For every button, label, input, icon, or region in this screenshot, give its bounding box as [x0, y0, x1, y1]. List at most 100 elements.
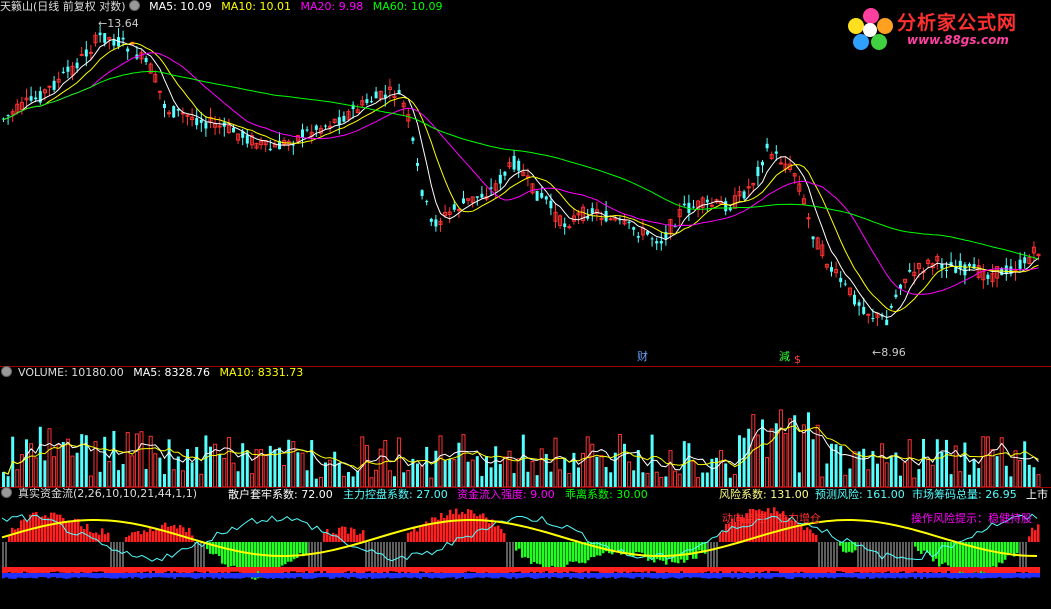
flow-band-blue — [98, 573, 101, 579]
flow-band-blue — [923, 573, 926, 578]
candle-down — [650, 238, 654, 240]
event-dividend-icon[interactable]: $ — [794, 353, 801, 366]
volume-bar-down — [2, 472, 5, 487]
flow-band-blue — [254, 573, 257, 578]
flow-band-red — [479, 567, 482, 574]
price-chart[interactable] — [0, 0, 1051, 366]
flow-bar-negative — [659, 542, 662, 561]
event-reduction-icon[interactable]: 減 — [779, 350, 790, 363]
volume-bar-down — [894, 452, 898, 487]
flow-band-red — [362, 567, 365, 574]
volume-bar-down — [876, 463, 879, 487]
flow-band-blue — [653, 573, 656, 579]
flow-bar-negative — [671, 542, 674, 563]
candle-down — [830, 267, 833, 272]
flow-band-blue — [245, 573, 248, 578]
flow-band-red — [878, 567, 881, 573]
volume-bar-up — [364, 444, 369, 487]
volume-bar-up — [383, 440, 388, 487]
ma20-line — [3, 52, 1039, 295]
flow-band-red — [980, 567, 983, 572]
flow-band-red — [581, 567, 584, 573]
volume-bar-up — [56, 443, 61, 487]
inflow-strength: 资金流入强度: 9.00 — [457, 488, 555, 501]
flow-band-red — [1037, 567, 1040, 574]
flow-band-blue — [467, 573, 470, 579]
flow-band-red — [248, 567, 251, 574]
candle-down — [742, 191, 746, 199]
candle-down — [774, 151, 778, 154]
flow-band-blue — [731, 573, 734, 579]
flow-band-blue — [332, 573, 335, 579]
volume-bar-down — [333, 451, 337, 487]
flow-band-blue — [596, 573, 599, 579]
flow-band-blue — [491, 573, 494, 579]
flow-band-red — [1004, 567, 1007, 574]
flow-band-blue — [407, 573, 410, 578]
volume-pane[interactable]: VOLUME: 10180.00 MA5: 8328.76 MA10: 8331… — [0, 366, 1051, 487]
volume-bar-down — [995, 456, 999, 487]
volume-bar-down — [935, 439, 939, 487]
flow-bar-negative — [230, 542, 233, 567]
flow-bar-negative — [986, 542, 989, 569]
flow-bar-positive — [137, 530, 140, 542]
flow-pane[interactable]: 真实资金流(2,26,10,10,21,44,1,1) 散户套牢系数: 72.0… — [0, 487, 1051, 609]
flow-bar-positive — [131, 532, 134, 542]
volume-bar-up — [558, 469, 563, 487]
candle-down — [126, 48, 130, 52]
flow-band-blue — [248, 573, 251, 578]
flow-band-red — [638, 567, 641, 573]
event-financial-icon[interactable]: 财 — [637, 350, 648, 363]
flow-band-blue — [335, 573, 338, 578]
flow-band-red — [419, 567, 422, 572]
volume-bar-up — [282, 464, 287, 487]
flow-band-blue — [599, 573, 602, 579]
volume-chart[interactable] — [0, 366, 1051, 487]
flow-bar-positive — [71, 520, 74, 542]
settings-icon[interactable] — [128, 0, 140, 11]
flow-band-red — [80, 567, 83, 573]
flow-band-red — [830, 567, 833, 574]
flow-bar-negative — [539, 542, 542, 565]
settings-icon[interactable] — [1, 487, 12, 498]
flow-band-red — [290, 567, 293, 572]
flow-band-red — [353, 567, 356, 572]
flow-chart[interactable] — [0, 487, 1051, 609]
volume-bar-down — [43, 460, 47, 487]
flow-band-red — [95, 567, 98, 573]
flow-band-red — [233, 567, 236, 572]
flow-band-red — [482, 567, 485, 574]
flow-bar-negative — [947, 542, 950, 566]
candle-down — [627, 221, 631, 224]
flow-band-blue — [560, 573, 563, 579]
flow-bar-negative — [995, 542, 998, 571]
control-coefficient: 主力控盘系数: 27.00 — [343, 488, 448, 501]
flow-band-red — [626, 567, 629, 574]
flow-bar-positive — [479, 514, 482, 542]
flow-band-blue — [581, 573, 584, 579]
trend-monitor: 动向监控：主力增仓 — [722, 512, 821, 525]
flow-bar-negative — [680, 542, 683, 560]
flow-band-red — [995, 567, 998, 574]
flow-band-blue — [320, 573, 323, 578]
settings-icon[interactable] — [1, 366, 12, 377]
flow-band-blue — [5, 573, 8, 578]
flow-band-blue — [17, 573, 20, 578]
flow-bar-negative — [686, 542, 689, 561]
flow-band-red — [242, 567, 245, 573]
flow-bar-positive — [47, 517, 50, 542]
flow-band-red — [497, 567, 500, 573]
candle-down — [503, 171, 507, 176]
volume-bar-down — [268, 445, 272, 487]
flow-band-blue — [371, 573, 374, 579]
flow-band-blue — [344, 573, 347, 578]
flow-band-red — [338, 567, 341, 574]
volume-bar-down — [1023, 441, 1027, 487]
volume-bar-down — [811, 439, 815, 487]
flow-band-blue — [575, 573, 578, 578]
flow-band-red — [212, 567, 215, 574]
flow-bar-negative — [695, 542, 698, 559]
volume-bar-up — [369, 477, 374, 487]
price-pane[interactable]: 天籁山(日线 前复权 对数) MA5: 10.09 MA10: 10.01 MA… — [0, 0, 1051, 366]
flow-band-red — [725, 567, 728, 574]
